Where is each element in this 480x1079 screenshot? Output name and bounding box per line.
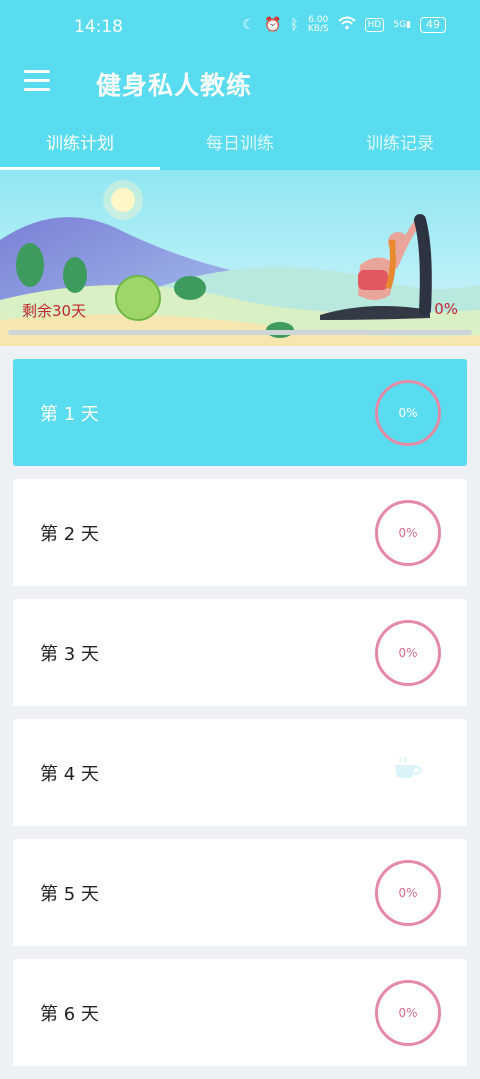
day-card[interactable]: 第 1 天 0% [13, 359, 467, 466]
app-title: 健身私人教练 [96, 71, 253, 100]
plan-progress-text: 0% [434, 300, 458, 318]
remaining-days-text: 剩余30天 [22, 302, 87, 320]
plan-progress-bar [8, 330, 472, 335]
day-card[interactable]: 第 3 天 0% [13, 599, 467, 706]
wifi-icon [337, 16, 356, 34]
day-label: 第 5 天 [40, 884, 99, 905]
day-progress-ring: 0% [375, 380, 441, 446]
menu-icon [24, 70, 50, 73]
banner: 剩余30天 0% [0, 170, 480, 346]
bluetooth-icon: ᛒ [290, 17, 299, 33]
day-label: 第 2 天 [40, 524, 99, 545]
hd-icon: HD [364, 18, 385, 32]
day-card[interactable]: 第 6 天 0% [13, 959, 467, 1066]
coffee-cup-icon [393, 755, 423, 785]
tab-daily-training[interactable]: 每日训练 [160, 126, 320, 170]
tab-bar: 训练计划 每日训练 训练记录 [0, 126, 480, 170]
tab-training-plan[interactable]: 训练计划 [0, 126, 160, 170]
day-progress-ring: 0% [375, 980, 441, 1046]
app-bar: 健身私人教练 训练计划 每日训练 训练记录 [0, 56, 480, 170]
day-progress-ring: 0% [375, 500, 441, 566]
day-card[interactable]: 第 4 天 [13, 719, 467, 826]
day-card[interactable]: 第 5 天 0% [13, 839, 467, 946]
signal-icon: 5G▮ [393, 20, 411, 30]
battery-icon: 49 [420, 17, 446, 33]
day-label: 第 4 天 [40, 764, 99, 785]
day-label: 第 3 天 [40, 644, 99, 665]
day-card[interactable]: 第 2 天 0% [13, 479, 467, 586]
menu-button[interactable] [24, 70, 50, 92]
day-label: 第 1 天 [40, 404, 99, 425]
day-list: 第 1 天 0% 第 2 天 0% 第 3 天 0% 第 4 天 第 5 天 0… [13, 359, 467, 1079]
day-progress-ring: 0% [375, 620, 441, 686]
status-time: 14:18 [74, 17, 123, 37]
day-label: 第 6 天 [40, 1004, 99, 1025]
tab-training-record[interactable]: 训练记录 [320, 126, 480, 170]
day-progress-ring: 0% [375, 860, 441, 926]
alarm-icon: ⏰ [263, 17, 282, 33]
status-bar: 14:18 ☾ ⏰ ᛒ 6.00 KB/S HD 5G▮ 49 [0, 0, 480, 56]
network-speed: 6.00 KB/S [307, 15, 329, 34]
moon-icon: ☾ [242, 17, 255, 33]
status-icons: ☾ ⏰ ᛒ 6.00 KB/S HD 5G▮ 49 [242, 16, 446, 34]
